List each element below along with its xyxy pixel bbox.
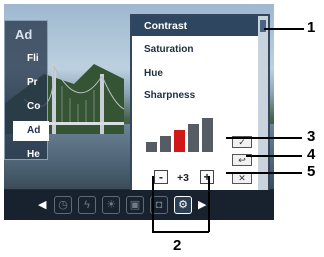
camera-menu-item[interactable]: Fli (13, 49, 49, 69)
figure: Ad Fli Pr Co Ad He Contrast Saturation H… (0, 0, 324, 257)
callout-line-2a (152, 176, 154, 232)
callout-3: 3 (307, 128, 316, 145)
option-hue[interactable]: Hue (144, 68, 163, 79)
callout-1: 1 (307, 19, 316, 36)
level-bar (202, 118, 213, 152)
contrast-value: +3 (177, 172, 189, 184)
camera-menu-item[interactable]: Co (13, 97, 49, 117)
camera-menu-item[interactable]: Pr (13, 73, 49, 93)
callout-line-3 (226, 137, 302, 139)
option-saturation[interactable]: Saturation (144, 44, 193, 55)
brightness-icon[interactable]: ☀ (102, 196, 120, 214)
scrollbar[interactable] (258, 16, 268, 192)
settings-icon[interactable]: ⚙ (174, 196, 192, 214)
scroll-thumb[interactable] (260, 20, 266, 32)
callout-line-4 (246, 155, 302, 157)
callout-line-2b (208, 176, 210, 232)
flash-icon[interactable]: ϟ (78, 196, 96, 214)
camera-menu-item[interactable]: He (13, 145, 49, 165)
timer-icon[interactable]: ◷ (54, 196, 72, 214)
callout-5: 5 (307, 163, 316, 180)
level-bar (188, 124, 199, 152)
level-bar (146, 142, 157, 152)
camera-menu-title: Ad (15, 27, 33, 42)
resolution-icon[interactable]: ▣ (126, 196, 144, 214)
camera-toolbar: ◀ ◷ ϟ ☀ ▣ ◘ ⚙ ▶ (4, 190, 274, 220)
increase-button[interactable]: + (200, 170, 214, 184)
camera-menu-item-active[interactable]: Ad (13, 121, 49, 141)
callout-line-1 (264, 28, 304, 30)
callout-4: 4 (307, 146, 316, 163)
option-sharpness[interactable]: Sharpness (144, 90, 195, 101)
panel-title[interactable]: Contrast (132, 16, 268, 36)
level-bar (160, 136, 171, 152)
callout-2: 2 (173, 237, 182, 254)
left-arrow-icon[interactable]: ◀ (38, 198, 46, 211)
decrease-button[interactable]: - (154, 170, 168, 184)
camera-menu: Ad Fli Pr Co Ad He (4, 20, 49, 160)
level-bar-selected (174, 130, 185, 152)
contrast-panel: Contrast Saturation Hue Sharpness ✓ ↩ ✕ … (130, 14, 270, 194)
device-screen: Ad Fli Pr Co Ad He Contrast Saturation H… (4, 4, 274, 220)
right-arrow-icon[interactable]: ▶ (198, 198, 206, 211)
callout-line-5 (226, 172, 302, 174)
callout-line-2c (152, 231, 209, 233)
cancel-icon[interactable]: ✕ (232, 172, 252, 184)
